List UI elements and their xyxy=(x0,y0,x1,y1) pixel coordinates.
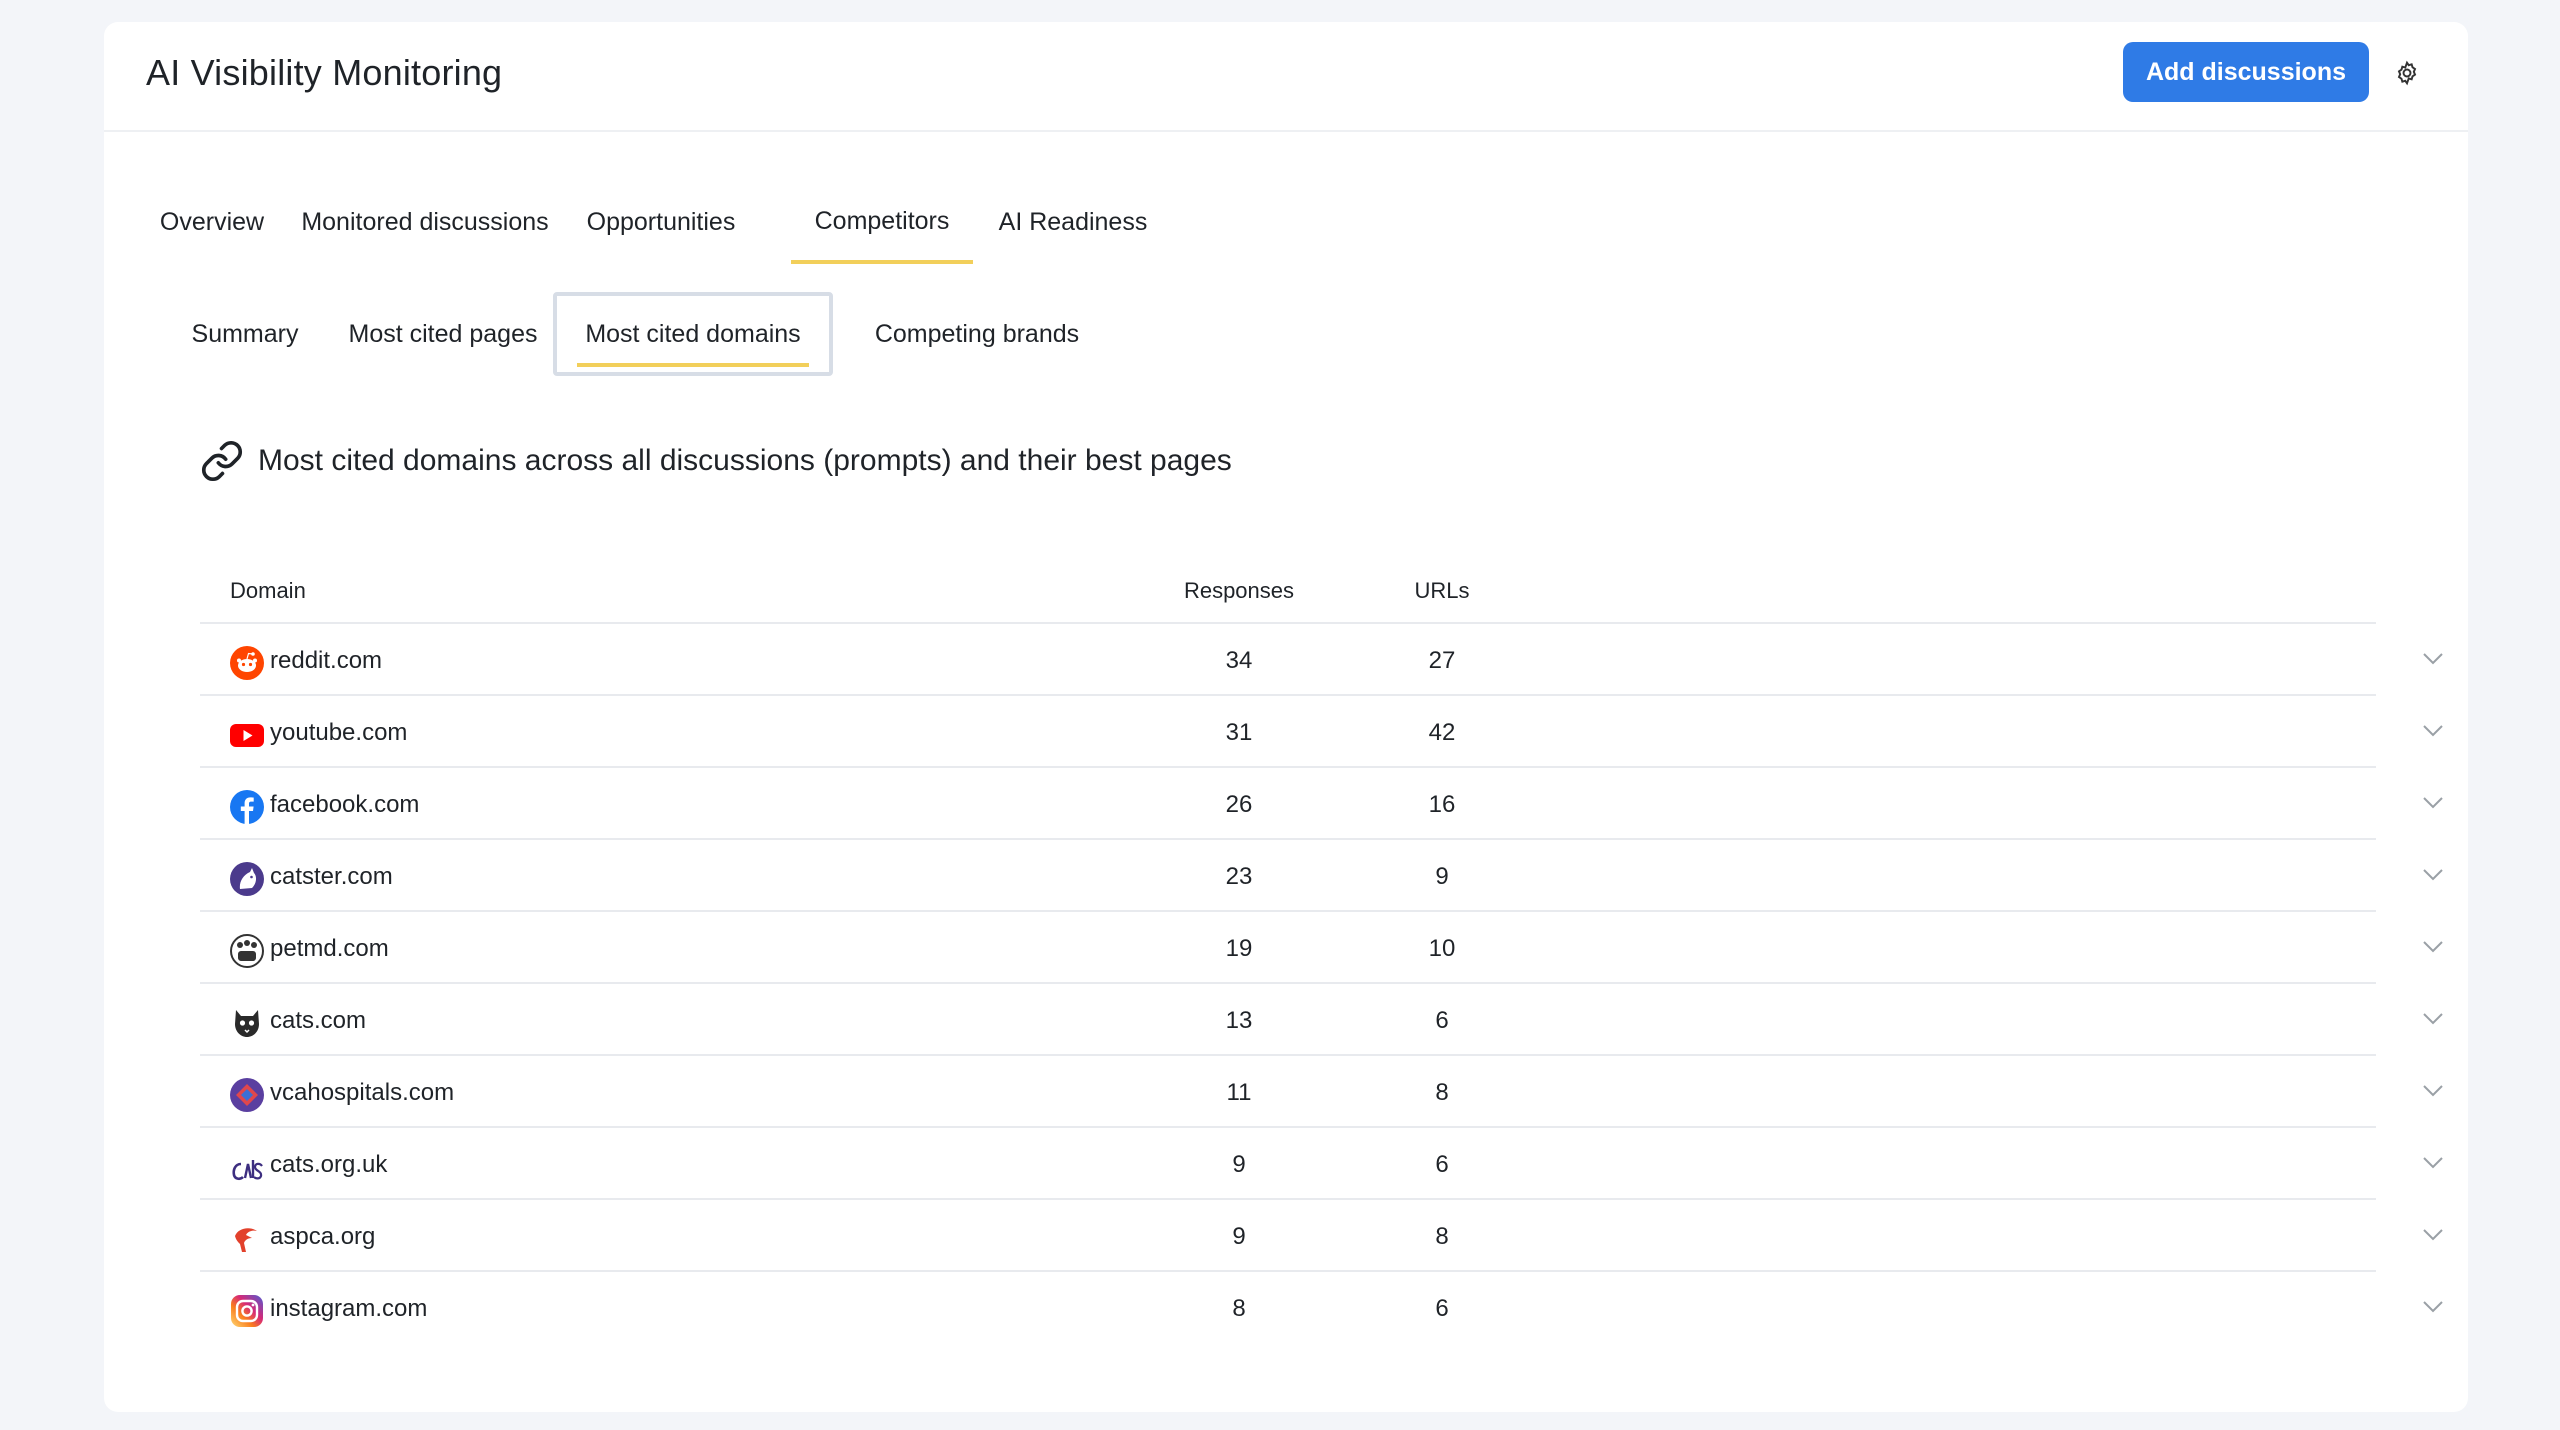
tab-competitors[interactable]: Competitors xyxy=(791,182,973,264)
chevron-down-icon[interactable] xyxy=(2422,652,2444,666)
main-card: AI Visibility Monitoring Add discussions… xyxy=(104,22,2468,1412)
table-row[interactable]: instagram.com 8 6 xyxy=(200,1272,2443,1342)
section-title-text: Most cited domains across all discussion… xyxy=(258,444,1232,477)
column-header-domain[interactable]: Domain xyxy=(230,578,306,604)
table-row[interactable]: facebook.com 26 16 xyxy=(200,768,2443,840)
chevron-down-icon[interactable] xyxy=(2422,724,2444,738)
domain-name[interactable]: youtube.com xyxy=(270,719,407,747)
chevron-down-icon[interactable] xyxy=(2422,1300,2444,1314)
add-discussions-button[interactable]: Add discussions xyxy=(2123,42,2369,102)
responses-count: 8 xyxy=(1232,1295,1246,1322)
table-row[interactable]: cats.org.uk 9 6 xyxy=(200,1128,2443,1200)
subtab-summary[interactable]: Summary xyxy=(182,292,308,376)
reddit-icon xyxy=(230,646,264,680)
link-icon xyxy=(201,440,243,482)
urls-count: 27 xyxy=(1428,647,1456,674)
instagram-icon xyxy=(231,1295,263,1327)
urls-count: 6 xyxy=(1435,1295,1449,1322)
domain-name[interactable]: catster.com xyxy=(270,863,393,891)
domains-table: Domain Responses URLs reddit.com 34 27 y… xyxy=(200,552,2443,1342)
responses-count: 26 xyxy=(1225,791,1253,818)
gear-icon[interactable] xyxy=(2394,60,2420,86)
chevron-down-icon[interactable] xyxy=(2422,1156,2444,1170)
table-row[interactable]: petmd.com 19 10 xyxy=(200,912,2443,984)
page-header: AI Visibility Monitoring Add discussions xyxy=(104,22,2468,132)
urls-count: 42 xyxy=(1428,719,1456,746)
responses-count: 9 xyxy=(1232,1151,1246,1178)
vca-icon xyxy=(230,1078,264,1112)
responses-count: 13 xyxy=(1225,1007,1253,1034)
column-header-urls[interactable]: URLs xyxy=(1382,578,1502,604)
chevron-down-icon[interactable] xyxy=(2422,940,2444,954)
table-row[interactable]: vcahospitals.com 11 8 xyxy=(200,1056,2443,1128)
main-tabs: Overview Monitored discussions Opportuni… xyxy=(104,182,1404,264)
sub-tabs: Summary Most cited pages Most cited doma… xyxy=(104,292,1404,376)
subtab-most-cited-pages[interactable]: Most cited pages xyxy=(330,292,556,376)
responses-count: 9 xyxy=(1232,1223,1246,1250)
column-header-responses[interactable]: Responses xyxy=(1179,578,1299,604)
section-title: Most cited domains across all discussion… xyxy=(200,436,1232,486)
chevron-down-icon[interactable] xyxy=(2422,1012,2444,1026)
cats-org-uk-icon xyxy=(232,1160,263,1181)
table-header: Domain Responses URLs xyxy=(200,552,2376,624)
domain-name[interactable]: vcahospitals.com xyxy=(270,1079,454,1107)
chevron-down-icon[interactable] xyxy=(2422,796,2444,810)
chevron-down-icon[interactable] xyxy=(2422,1084,2444,1098)
subtab-competing-brands[interactable]: Competing brands xyxy=(839,292,1115,376)
urls-count: 8 xyxy=(1435,1223,1449,1250)
responses-count: 31 xyxy=(1225,719,1253,746)
subtab-most-cited-domains[interactable]: Most cited domains xyxy=(553,292,833,376)
responses-count: 19 xyxy=(1225,935,1253,962)
aspca-icon xyxy=(235,1228,257,1252)
tab-ai-readiness[interactable]: AI Readiness xyxy=(990,182,1156,262)
facebook-icon xyxy=(230,790,264,824)
responses-count: 23 xyxy=(1225,863,1253,890)
urls-count: 6 xyxy=(1435,1151,1449,1178)
table-row[interactable]: catster.com 23 9 xyxy=(200,840,2443,912)
petmd-icon xyxy=(230,934,264,968)
table-row[interactable]: reddit.com 34 27 xyxy=(200,624,2443,696)
table-row[interactable]: youtube.com 31 42 xyxy=(200,696,2443,768)
table-row[interactable]: aspca.org 9 8 xyxy=(200,1200,2443,1272)
urls-count: 10 xyxy=(1428,935,1456,962)
youtube-icon xyxy=(230,724,264,747)
table-row[interactable]: cats.com 13 6 xyxy=(200,984,2443,1056)
urls-count: 6 xyxy=(1435,1007,1449,1034)
responses-count: 34 xyxy=(1225,647,1253,674)
tab-overview[interactable]: Overview xyxy=(150,182,274,262)
urls-count: 9 xyxy=(1435,863,1449,890)
chevron-down-icon[interactable] xyxy=(2422,868,2444,882)
domain-name[interactable]: reddit.com xyxy=(270,647,382,675)
tab-opportunities[interactable]: Opportunities xyxy=(572,182,750,262)
page-title: AI Visibility Monitoring xyxy=(146,52,503,93)
domain-name[interactable]: facebook.com xyxy=(270,791,419,819)
responses-count: 11 xyxy=(1226,1079,1252,1106)
tab-monitored-discussions[interactable]: Monitored discussions xyxy=(298,182,552,262)
domain-name[interactable]: petmd.com xyxy=(270,935,389,963)
cats-com-icon xyxy=(235,1010,259,1037)
chevron-down-icon[interactable] xyxy=(2422,1228,2444,1242)
domain-name[interactable]: cats.com xyxy=(270,1007,366,1035)
domain-name[interactable]: cats.org.uk xyxy=(270,1151,387,1179)
domain-name[interactable]: instagram.com xyxy=(270,1295,427,1323)
urls-count: 16 xyxy=(1428,791,1456,818)
catster-icon xyxy=(230,862,264,896)
urls-count: 8 xyxy=(1435,1079,1449,1106)
domain-name[interactable]: aspca.org xyxy=(270,1223,375,1251)
